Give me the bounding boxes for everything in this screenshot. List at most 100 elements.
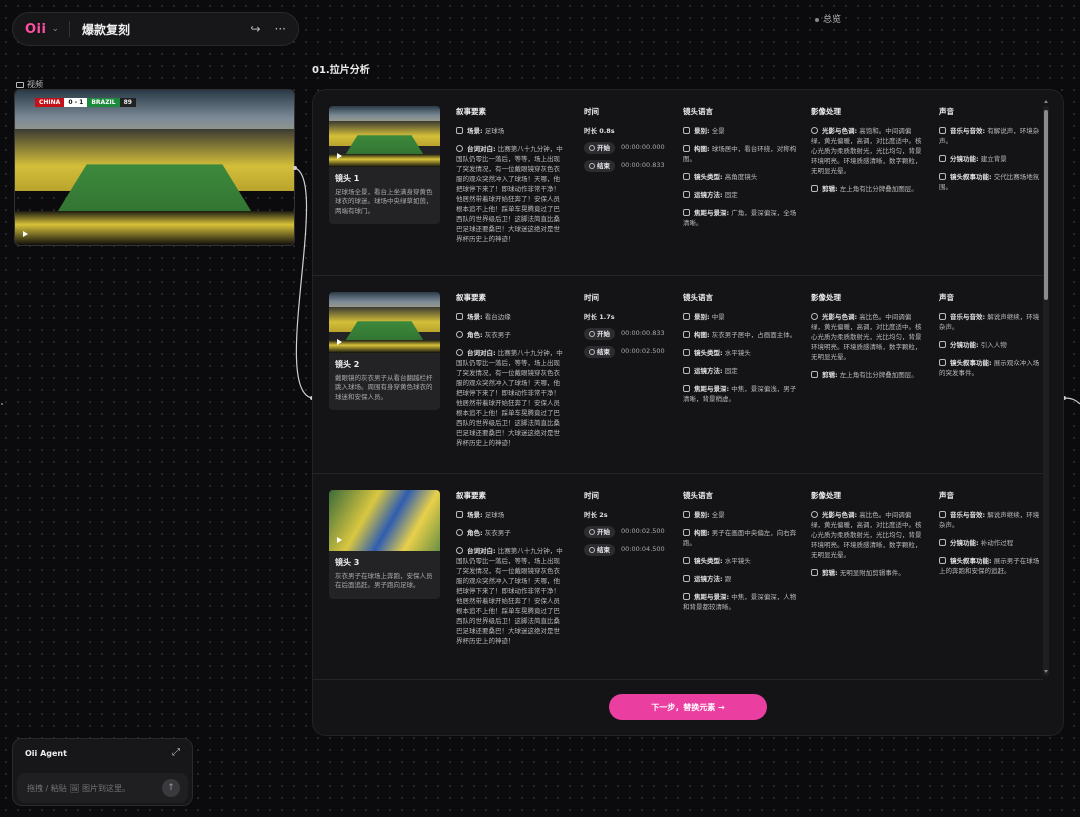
person-icon — [456, 528, 463, 536]
story-icon — [939, 358, 946, 366]
music-icon — [939, 312, 946, 320]
frame-icon — [683, 312, 690, 320]
split-icon — [939, 538, 946, 546]
shot-row: 镜头 3 灰衣男子在球场上奔跑，安保人员在后面追赶。男子跑向足球。 叙事要素 场… — [313, 474, 1043, 680]
scene-icon — [456, 126, 463, 134]
divider — [69, 21, 71, 37]
clock-icon — [589, 348, 595, 355]
scrollbar-thumb[interactable] — [1044, 110, 1048, 300]
narrative-column: 叙事要素 场景: 足球场 台词对白: 比赛第八十九分钟，中国队仍零比一落后，等等… — [456, 106, 564, 252]
scrollbar[interactable] — [1043, 106, 1049, 676]
grid-icon — [683, 144, 690, 152]
lens-column: 镜头语言 景别: 中景 构图: 灰衣男子居中，占画面主体。 镜头类型: 水平镜头… — [683, 293, 797, 403]
shot-thumbnail — [329, 106, 440, 167]
split-icon — [939, 154, 946, 162]
start-time: 开始 00:00:00.833 — [584, 327, 669, 340]
lens-column: 镜头语言 景别: 全景 构图: 球场居中，看台环绕，对称构图。 镜头类型: 高角… — [683, 107, 797, 227]
shot-row: 镜头 2 戴眼镜的灰衣男子从看台翻越栏杆跳入球场。周围有身穿黄色球衣的球迷和安保… — [313, 276, 1043, 474]
scroll-up-arrow[interactable] — [1044, 100, 1048, 103]
light-icon — [811, 126, 818, 134]
camera-icon — [683, 172, 690, 180]
video-preview[interactable]: CHINA 0 - 1 BRAZIL 89 — [14, 89, 295, 246]
shot-card[interactable]: 镜头 3 灰衣男子在球场上奔跑，安保人员在后面追赶。男子跑向足球。 — [329, 490, 440, 599]
story-icon — [939, 172, 946, 180]
chat-icon — [456, 348, 463, 356]
share-icon[interactable]: ↪ — [250, 22, 260, 36]
shot-name: 镜头 3 — [335, 558, 360, 567]
shot-desc: 灰衣男子在球场上奔跑，安保人员在后面追赶。男子跑向足球。 — [335, 572, 433, 590]
scoreboard: CHINA 0 - 1 BRAZIL 89 — [35, 98, 136, 107]
scissors-icon — [811, 568, 818, 576]
chat-icon — [456, 546, 463, 554]
project-title[interactable]: 爆款复刻 — [82, 21, 236, 38]
shot-list[interactable]: 镜头 1 足球场全景，看台上坐满身穿黄色球衣的球迷。球场中央绿草如茵，两端有球门… — [313, 90, 1043, 680]
scene-item: 场景: 足球场 — [456, 126, 564, 136]
shot-card[interactable]: 镜头 2 戴眼镜的灰衣男子从看台翻越栏杆跳入球场。周围有身穿黄色球衣的球迷和安保… — [329, 292, 440, 411]
split-icon — [939, 340, 946, 348]
narrative-column: 叙事要素 场景: 足球场 角色: 灰衣男子 台词对白: 比赛第八十九分钟，中国队… — [456, 491, 563, 646]
app-logo[interactable]: Oii — [25, 22, 46, 37]
top-bar: Oii ⌄ 爆款复刻 ↪ ··· — [12, 12, 299, 46]
start-time: 开始 00:00:00.000 — [584, 141, 669, 154]
play-icon[interactable] — [337, 537, 342, 543]
play-icon[interactable] — [337, 153, 342, 159]
agent-title: Oii Agent — [25, 749, 67, 758]
more-icon[interactable]: ··· — [275, 22, 286, 36]
scissors-icon — [811, 184, 818, 192]
duration: 时长 1.7s — [584, 312, 615, 321]
match-time: 89 — [119, 98, 136, 107]
stadium-image — [15, 90, 294, 245]
column-header: 时间 — [584, 107, 599, 116]
clock-icon — [589, 546, 595, 553]
shot-thumbnail — [329, 292, 440, 353]
column-header: 叙事要素 — [456, 107, 486, 116]
shot-analysis-panel: 镜头 1 足球场全景，看台上坐满身穿黄色球衣的球迷。球场中央绿草如茵，两端有球门… — [312, 89, 1064, 736]
sound-column: 声音 音乐与音效: 有解说声，环境杂声。 分镜功能: 建立背景 镜头叙事功能: … — [939, 106, 1043, 200]
shot-desc: 戴眼镜的灰衣男子从看台翻越栏杆跳入球场。周围有身穿黄色球衣的球迷和安保人员。 — [335, 374, 433, 401]
shot-row: 镜头 1 足球场全景，看台上坐满身穿黄色球衣的球迷。球场中央绿草如茵，两端有球门… — [313, 90, 1043, 276]
focus-icon — [683, 592, 690, 600]
column-header: 叙事要素 — [456, 293, 486, 302]
column-header: 镜头语言 — [683, 491, 713, 500]
frame-icon — [683, 126, 690, 134]
send-icon[interactable]: ↑ — [162, 779, 180, 797]
grid-icon — [683, 528, 690, 536]
overview-node[interactable]: 总览 — [815, 12, 841, 25]
shot-desc: 足球场全景，看台上坐满身穿黄色球衣的球迷。球场中央绿草如茵，两端有球门。 — [335, 188, 433, 215]
camera-icon — [683, 556, 690, 564]
scissors-icon — [811, 370, 818, 378]
expand-icon[interactable]: ⤢ — [172, 747, 180, 758]
move-icon — [683, 366, 690, 374]
column-header: 影像处理 — [811, 107, 841, 116]
video-icon — [16, 81, 24, 88]
next-step-button[interactable]: 下一步，替换元素 → — [609, 694, 767, 720]
column-header: 时间 — [584, 293, 599, 302]
scroll-down-arrow[interactable] — [1044, 670, 1048, 673]
sound-column: 声音 音乐与音效: 解说声继续，环境杂声。 分镜功能: 补动作过程 镜头叙事功能… — [939, 490, 1043, 584]
light-icon — [811, 312, 818, 320]
play-icon[interactable] — [337, 339, 342, 345]
clock-icon — [589, 528, 595, 535]
scene-icon — [456, 510, 463, 518]
chat-icon — [456, 144, 463, 152]
score: 0 - 1 — [64, 98, 88, 107]
shot-card[interactable]: 镜头 1 足球场全景，看台上坐满身穿黄色球衣的球迷。球场中央绿草如茵，两端有球门… — [329, 106, 440, 225]
focus-icon — [683, 384, 690, 392]
time-column: 时间 时长 1.7s 开始 00:00:00.833 结束 00:00:02.500 — [584, 292, 669, 364]
column-header: 时间 — [584, 491, 599, 500]
end-time: 结束 00:00:04.500 — [584, 543, 669, 556]
column-header: 影像处理 — [811, 293, 841, 302]
agent-panel: Oii Agent ⤢ ↑ — [12, 738, 193, 806]
chevron-down-icon[interactable]: ⌄ — [51, 24, 59, 34]
play-icon[interactable] — [23, 231, 28, 237]
column-header: 镜头语言 — [683, 293, 713, 302]
dot-icon — [815, 17, 819, 22]
lens-column: 镜头语言 景别: 全景 构图: 男子在画面中央偏左，向右奔跑。 镜头类型: 水平… — [683, 491, 797, 611]
section-title: 01.拉片分析 — [312, 65, 370, 76]
story-icon — [939, 556, 946, 564]
shot-name: 镜头 2 — [335, 360, 360, 369]
image-column: 影像处理 光影与色调: 高比色。中间调偏绿，黄光偏暖，高调，对比度适中。核心光质… — [811, 293, 922, 379]
column-header: 声音 — [939, 293, 954, 302]
video-label-text: 视频 — [27, 80, 43, 89]
column-header: 声音 — [939, 491, 954, 500]
